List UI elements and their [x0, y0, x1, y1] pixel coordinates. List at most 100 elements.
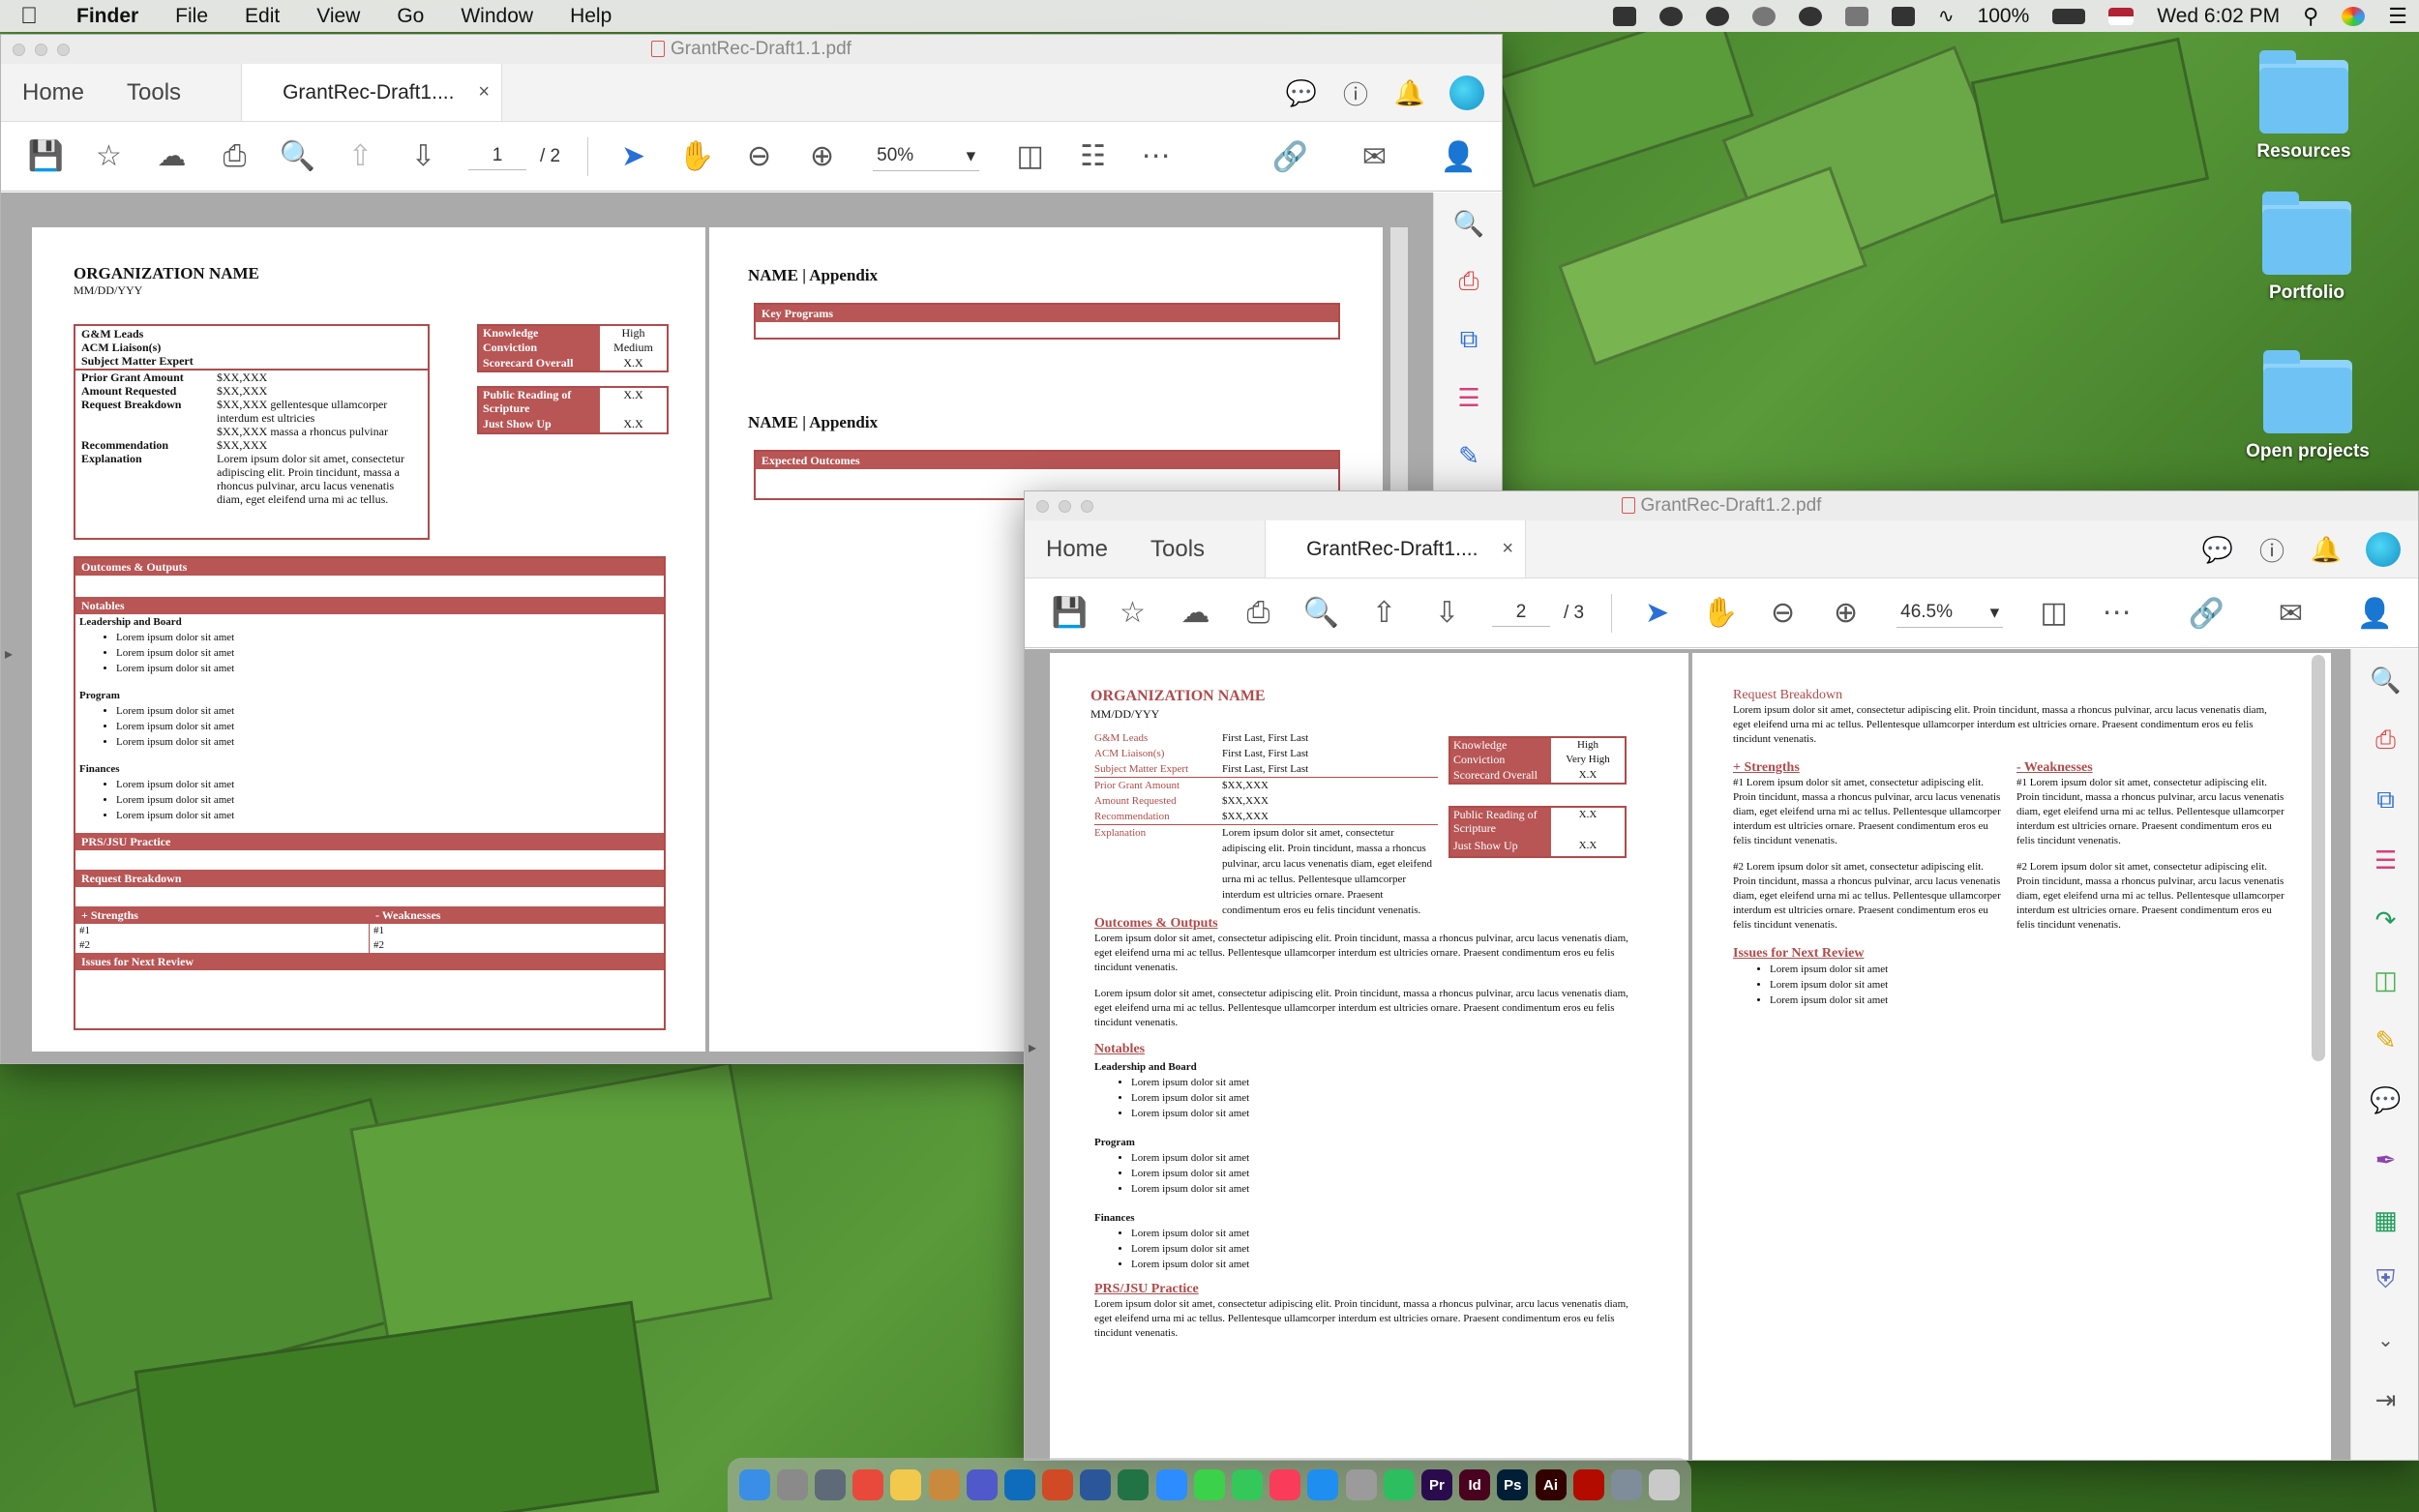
minimize-window-button[interactable] [35, 44, 47, 56]
cloud-status-icon[interactable] [1658, 6, 1683, 26]
page-fit-icon[interactable]: ◫ [999, 139, 1061, 173]
organize-pages-icon[interactable]: ☰ [1453, 382, 1484, 413]
zoom-select[interactable]: 46.5% ▾ [1896, 599, 2004, 628]
comment-icon[interactable]: 💬 [1286, 78, 1317, 107]
email-icon[interactable]: ✉ [2259, 597, 2322, 631]
collapse-panel-icon[interactable]: ⇥ [2371, 1384, 2402, 1415]
spotlight-search-icon[interactable]: ⚲ [2303, 4, 2318, 29]
close-window-button[interactable] [13, 44, 25, 56]
bluetooth-icon[interactable] [1844, 6, 1868, 26]
zoom-window-button[interactable] [57, 44, 70, 56]
previous-page-icon[interactable]: ⇧ [329, 139, 392, 173]
desktop-folder-portfolio[interactable]: Portfolio [2234, 192, 2379, 304]
save-icon[interactable]: 💾 [1038, 596, 1101, 630]
edit-pdf-icon[interactable]: ✎ [1453, 440, 1484, 471]
notifications-bell-icon[interactable]: 🔔 [1394, 78, 1425, 107]
vpn-status-icon[interactable] [1798, 6, 1822, 26]
upload-cloud-icon[interactable]: ☁ [140, 139, 203, 173]
home-tab[interactable]: Home [1, 64, 105, 121]
chevron-down-icon[interactable]: ⌄ [2371, 1324, 2402, 1355]
search-zoom-icon[interactable]: 🔍 [1290, 596, 1353, 630]
facetime-icon[interactable] [1232, 1469, 1264, 1500]
user-avatar[interactable] [2366, 532, 2401, 567]
apple-menu-icon[interactable]:  [0, 3, 58, 30]
camera-status-icon[interactable] [1612, 6, 1636, 26]
menu-go[interactable]: Go [378, 5, 442, 28]
excel-icon[interactable] [1118, 1469, 1150, 1500]
close-tab-button[interactable]: × [1502, 538, 1513, 560]
menu-app-name[interactable]: Finder [58, 5, 157, 28]
comment-icon[interactable]: 💬 [2370, 1084, 2401, 1115]
creative-cloud-icon[interactable] [1705, 6, 1729, 26]
user-avatar[interactable] [1449, 75, 1484, 110]
zoom-window-button[interactable] [1081, 500, 1093, 513]
acrobat-icon[interactable] [1572, 1469, 1604, 1500]
share-link-icon[interactable]: 🔗 [1259, 140, 1322, 174]
messages-icon[interactable] [1193, 1469, 1225, 1500]
zoom-out-icon[interactable]: ⊖ [1751, 596, 1814, 630]
hand-tool-icon[interactable]: ✋ [665, 139, 728, 173]
menu-view[interactable]: View [298, 5, 378, 28]
select-cursor-icon[interactable]: ➤ [1626, 596, 1688, 630]
sync-status-icon[interactable] [1751, 6, 1776, 26]
page-number-input[interactable]: 2 [1492, 599, 1550, 627]
system-preferences-icon[interactable] [776, 1469, 808, 1500]
upload-cloud-icon[interactable]: ☁ [1164, 596, 1227, 630]
app-store-icon[interactable] [1307, 1469, 1339, 1500]
music-icon[interactable] [1269, 1469, 1301, 1500]
minimize-window-button[interactable] [1059, 500, 1071, 513]
combine-files-icon[interactable]: ⧉ [1453, 324, 1484, 355]
scan-ocr-icon[interactable]: ▦ [2371, 1204, 2402, 1235]
document-tab[interactable]: GrantRec-Draft1.... × [1265, 520, 1527, 578]
search-zoom-icon[interactable]: 🔍 [266, 139, 329, 173]
save-icon[interactable]: 💾 [15, 139, 77, 173]
search-zoom-icon[interactable]: 🔍 [1453, 208, 1484, 239]
notification-center-icon[interactable]: ☰ [2388, 4, 2407, 29]
powerpoint-icon[interactable] [1042, 1469, 1074, 1500]
tools-tab[interactable]: Tools [1129, 520, 1226, 578]
create-pdf-icon[interactable]: ⎙ [2371, 725, 2402, 756]
home-tab[interactable]: Home [1025, 520, 1129, 578]
combine-files-icon[interactable]: ⧉ [2371, 785, 2402, 815]
outlook-icon[interactable] [1003, 1469, 1035, 1500]
close-tab-button[interactable]: × [478, 81, 490, 104]
bookmark-star-icon[interactable]: ☆ [77, 139, 140, 173]
notes-icon[interactable] [890, 1469, 922, 1500]
window-titlebar[interactable]: GrantRec-Draft1.2.pdf [1025, 491, 2418, 520]
more-options-icon[interactable]: ⋯ [2085, 596, 2148, 630]
notifications-bell-icon[interactable]: 🔔 [2311, 535, 2342, 564]
zoom-in-icon[interactable]: ⊕ [1814, 596, 1877, 630]
close-window-button[interactable] [1036, 500, 1049, 513]
menu-file[interactable]: File [157, 5, 226, 28]
chrome-icon[interactable] [852, 1469, 884, 1500]
next-page-icon[interactable]: ⇩ [392, 139, 455, 173]
memory-status-icon[interactable] [1891, 6, 1915, 26]
zoom-select[interactable]: 50% ▾ [873, 142, 980, 171]
select-cursor-icon[interactable]: ➤ [602, 139, 665, 173]
help-icon[interactable]: ⓘ [1341, 78, 1370, 109]
menu-edit[interactable]: Edit [226, 5, 298, 28]
hand-tool-icon[interactable]: ✋ [1688, 596, 1751, 630]
add-user-icon[interactable]: 👤 [2344, 597, 2406, 631]
zoom-in-icon[interactable]: ⊕ [791, 139, 853, 173]
create-pdf-icon[interactable]: ⎙ [1453, 266, 1484, 297]
help-icon[interactable]: ⓘ [2257, 535, 2286, 566]
print-icon[interactable]: ⎙ [1227, 597, 1290, 630]
left-panel-toggle-icon[interactable]: ▸ [1029, 1038, 1036, 1057]
organize-pages-icon[interactable]: ☰ [2371, 845, 2402, 875]
previous-page-icon[interactable]: ⇧ [1353, 596, 1416, 630]
more-options-icon[interactable]: ⋯ [1124, 139, 1187, 173]
books-icon[interactable] [928, 1469, 960, 1500]
compress-pdf-icon[interactable]: ◫ [2371, 964, 2402, 995]
preview-icon[interactable] [1610, 1469, 1642, 1500]
search-zoom-icon[interactable]: 🔍 [2370, 665, 2401, 696]
left-panel-toggle-icon[interactable]: ▸ [5, 644, 13, 664]
add-user-icon[interactable]: 👤 [1427, 140, 1490, 174]
comment-icon[interactable]: 💬 [2202, 535, 2233, 564]
scroll-mode-icon[interactable]: ☷ [1061, 139, 1124, 173]
export-pdf-icon[interactable]: ↷ [2371, 904, 2402, 935]
zoom-out-icon[interactable]: ⊖ [728, 139, 791, 173]
vertical-scrollbar[interactable] [2312, 655, 2325, 1061]
clock[interactable]: Wed 6:02 PM [2157, 5, 2280, 28]
fill-sign-icon[interactable]: ✎ [2371, 1024, 2402, 1055]
